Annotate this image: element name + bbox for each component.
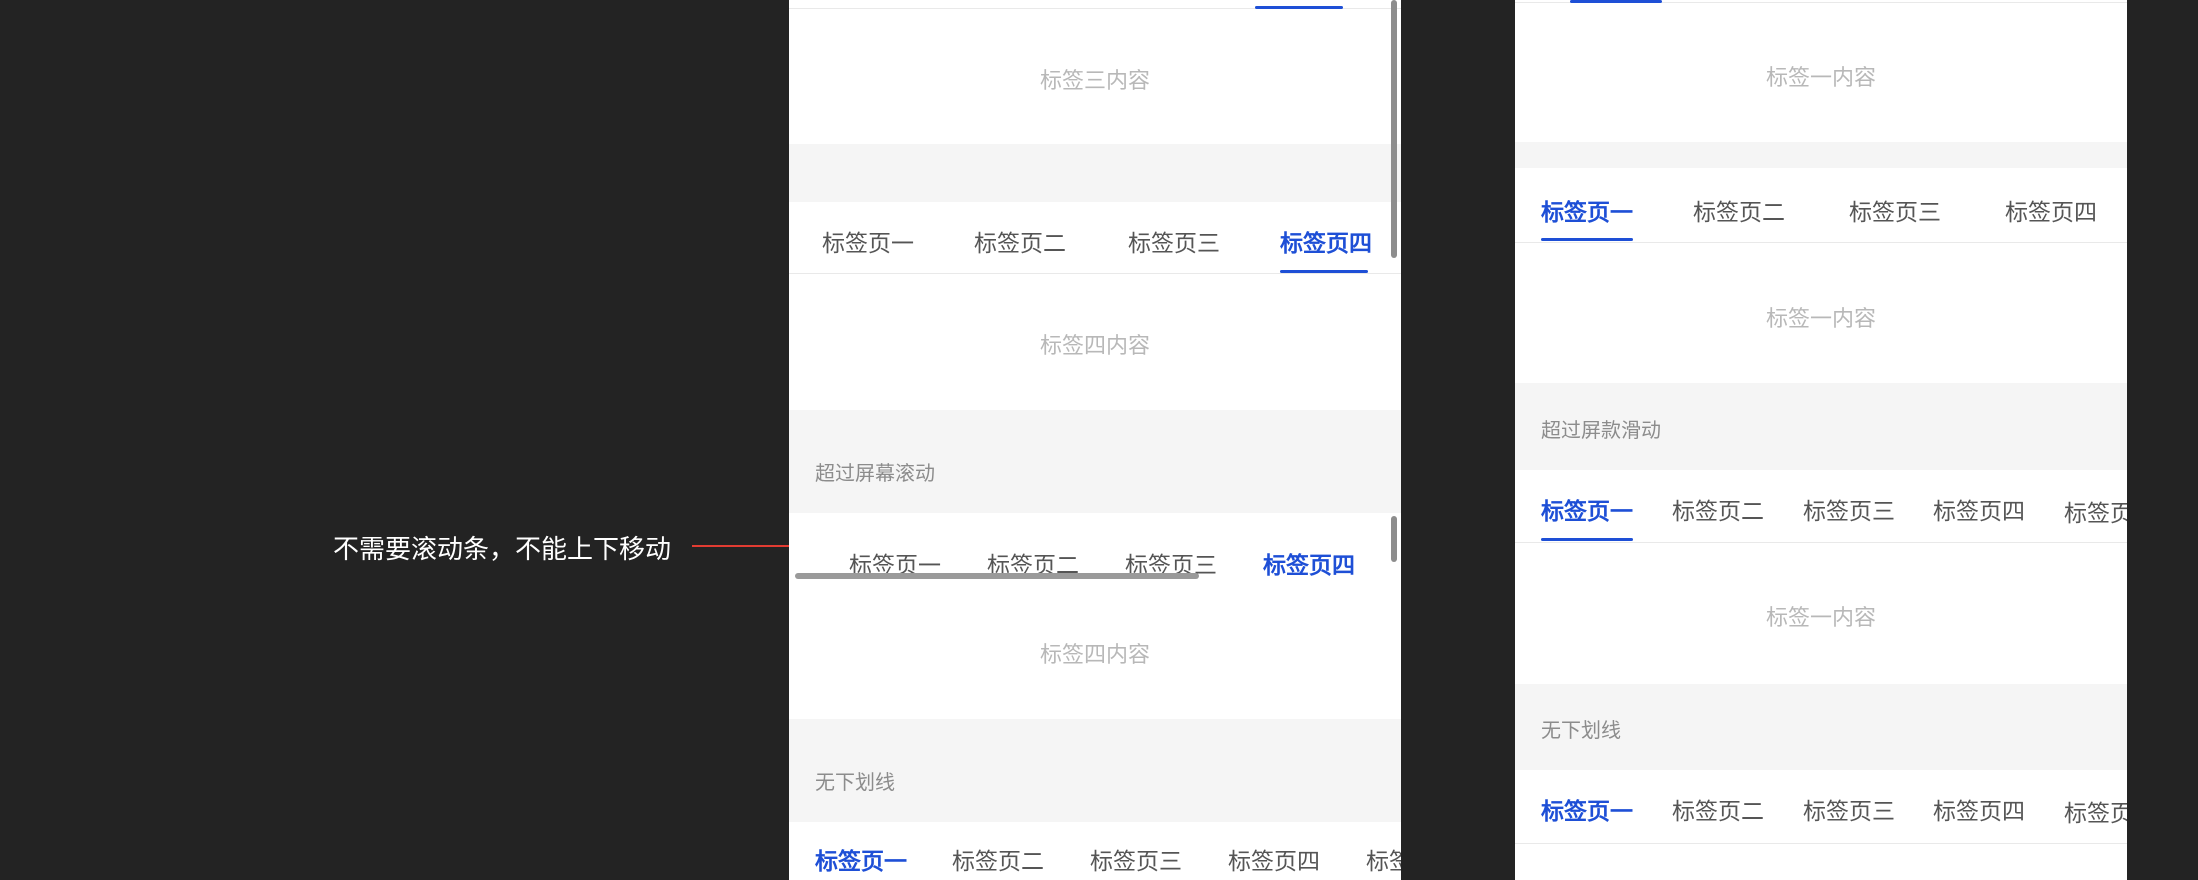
tab-equal-3[interactable]: 标签页三 [1849,193,1941,227]
tab-nounderline-3[interactable]: 标签页三 [1090,842,1182,876]
tab-bar-divider [1515,542,2127,543]
tab-bar-divider [1515,242,2127,243]
annotation-text: 不需要滚动条，不能上下移动 [333,535,672,565]
tab-content: 标签四内容 [1039,334,1150,359]
tab-underline [1570,0,1662,3]
tab-equal-1[interactable]: 标签页一 [822,224,914,258]
tab-nounderline-4[interactable]: 标签页四 [1228,842,1320,876]
section-spacer [789,144,1401,202]
right-phone-screen: 标签一内容 标签页一 标签页二 标签页三 标签页四 标签一内容 超过屏款滑动 标… [1515,0,2127,880]
tab-scroll-2[interactable]: 标签页二 [1672,492,1764,526]
tab-equal-4[interactable]: 标签页四 [1280,224,1372,258]
tab-scroll-4[interactable]: 标签页四 [1933,492,2025,526]
tab-content: 标签四内容 [1039,643,1150,668]
section-spacer [1515,142,2127,168]
tab-bar-divider [1515,843,2127,844]
tab-equal-3[interactable]: 标签页三 [1128,224,1220,258]
tab-scroll-3[interactable]: 标签页三 [1803,492,1895,526]
tab-content: 标签一内容 [1765,606,1876,631]
tab-nounderline-2[interactable]: 标签页二 [1672,792,1764,826]
section-label-no-underline: 无下划线 [1541,718,1621,742]
left-phone-screen: 标签三内容 标签页一 标签页二 标签页三 标签页四 标签四内容 超过屏幕滚动 标… [789,0,1401,880]
tab-underline [1255,6,1343,9]
tab-nounderline-1[interactable]: 标签页一 [1541,792,1633,826]
tab-nounderline-2[interactable]: 标签页二 [952,842,1044,876]
section-label-no-underline: 无下划线 [815,770,895,794]
tab-scroll-5[interactable]: 标签页 [2064,494,2127,528]
section-label-scroll: 超过屏幕滚动 [815,461,935,485]
horizontal-scrollbar[interactable] [795,573,1199,579]
tab-nounderline-3[interactable]: 标签页三 [1803,792,1895,826]
tab-equal-2[interactable]: 标签页二 [974,224,1066,258]
tab-bar-divider [789,273,1401,274]
vertical-scrollbar[interactable] [1391,516,1397,562]
tab-equal-1[interactable]: 标签页一 [1541,193,1633,227]
tab-nounderline-5[interactable]: 标签 [1366,842,1401,876]
tab-nounderline-5[interactable]: 标签页 [2064,794,2127,828]
tab-nounderline-1[interactable]: 标签页一 [815,842,907,876]
tab-equal-2[interactable]: 标签页二 [1693,193,1785,227]
tab-underline [1541,238,1633,241]
tab-content: 标签三内容 [1039,69,1150,94]
vertical-scrollbar[interactable] [1391,0,1397,258]
tab-content: 标签一内容 [1765,66,1876,91]
tab-underline [1541,538,1633,541]
tab-nounderline-4[interactable]: 标签页四 [1933,792,2025,826]
tab-equal-4[interactable]: 标签页四 [2005,193,2097,227]
section-label-scroll: 超过屏款滑动 [1541,418,1661,442]
tab-scroll-1[interactable]: 标签页一 [1541,492,1633,526]
tab-scroll-4[interactable]: 标签页四 [1263,546,1355,580]
tab-content: 标签一内容 [1765,307,1876,332]
